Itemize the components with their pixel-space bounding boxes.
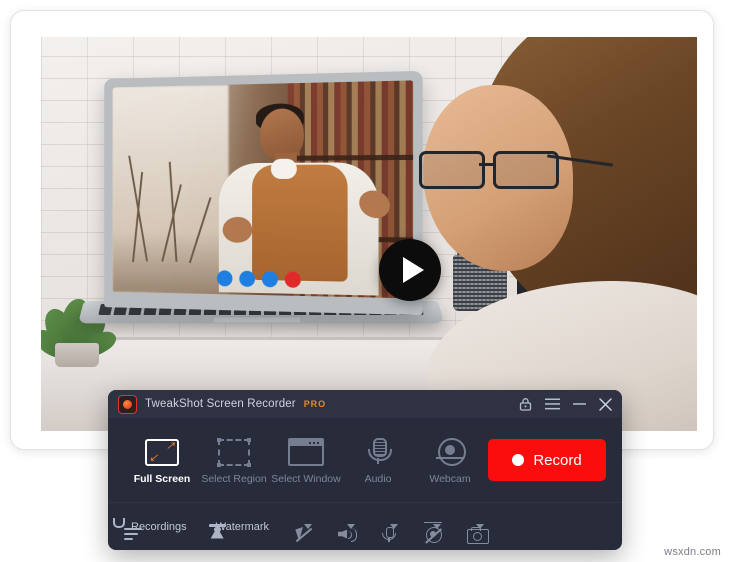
mic-call-icon[interactable] bbox=[238, 270, 255, 287]
webcam-icon bbox=[436, 436, 466, 466]
microphone-icon bbox=[365, 436, 392, 466]
recordings-button[interactable]: Recordings bbox=[113, 517, 187, 540]
app-title: TweakShot Screen Recorder bbox=[145, 398, 296, 410]
watermark-button[interactable]: Watermark bbox=[208, 520, 270, 539]
close-icon[interactable] bbox=[599, 397, 612, 411]
site-watermark: wsxdn.com bbox=[664, 546, 721, 558]
app-logo-icon bbox=[118, 394, 137, 414]
lock-icon[interactable] bbox=[519, 397, 532, 411]
title-bar-actions bbox=[519, 397, 612, 411]
hamburger-menu-icon[interactable] bbox=[545, 398, 560, 410]
laptop-trackpad bbox=[212, 316, 302, 324]
capture-mode-webcam[interactable]: Webcam bbox=[414, 436, 486, 485]
capture-mode-select-window[interactable]: Select Window bbox=[270, 436, 342, 485]
capture-mode-label: Select Window bbox=[271, 472, 341, 485]
speaker-call-icon[interactable] bbox=[261, 271, 278, 288]
capture-mode-row: ↗ ↙ Full Screen Select Region Select Wind… bbox=[108, 418, 622, 502]
photo-frame bbox=[41, 37, 697, 431]
dried-twigs bbox=[124, 148, 212, 263]
recorder-window: TweakShot Screen Recorder PRO ↗ ↙ Full S… bbox=[108, 390, 622, 550]
photo-scene bbox=[41, 37, 697, 431]
capture-mode-select-region[interactable]: Select Region bbox=[198, 436, 270, 485]
woman-foreground bbox=[417, 37, 697, 431]
hangup-call-icon[interactable] bbox=[284, 271, 301, 288]
capture-mode-label: Full Screen bbox=[133, 472, 191, 485]
capture-mode-label: Audio bbox=[364, 472, 392, 485]
title-bar: TweakShot Screen Recorder PRO bbox=[108, 390, 622, 418]
bottom-toolbar: Recordings Watermark bbox=[108, 502, 622, 550]
record-button[interactable]: Record bbox=[488, 439, 606, 481]
capture-mode-full-screen[interactable]: ↗ ↙ Full Screen bbox=[126, 436, 198, 485]
recordings-label: Recordings bbox=[131, 520, 187, 533]
laptop-lid bbox=[104, 70, 423, 316]
minimize-icon[interactable] bbox=[573, 398, 586, 410]
capture-mode-label: Select Region bbox=[201, 472, 267, 485]
eyeglasses bbox=[419, 151, 613, 189]
pro-badge: PRO bbox=[303, 399, 326, 409]
capture-mode-audio[interactable]: Audio bbox=[342, 436, 414, 485]
record-dot-icon bbox=[512, 454, 525, 466]
full-screen-icon: ↗ ↙ bbox=[145, 436, 179, 466]
select-window-icon bbox=[288, 436, 324, 466]
play-icon[interactable] bbox=[379, 239, 441, 301]
record-button-label: Record bbox=[533, 451, 582, 469]
video-call-icon[interactable] bbox=[216, 270, 232, 287]
capture-mode-label: Webcam bbox=[429, 472, 471, 485]
laptop bbox=[78, 70, 447, 375]
laptop-screen bbox=[112, 80, 414, 299]
photo-card bbox=[10, 10, 714, 450]
watermark-label: Watermark bbox=[215, 520, 270, 533]
select-region-icon bbox=[217, 436, 251, 467]
